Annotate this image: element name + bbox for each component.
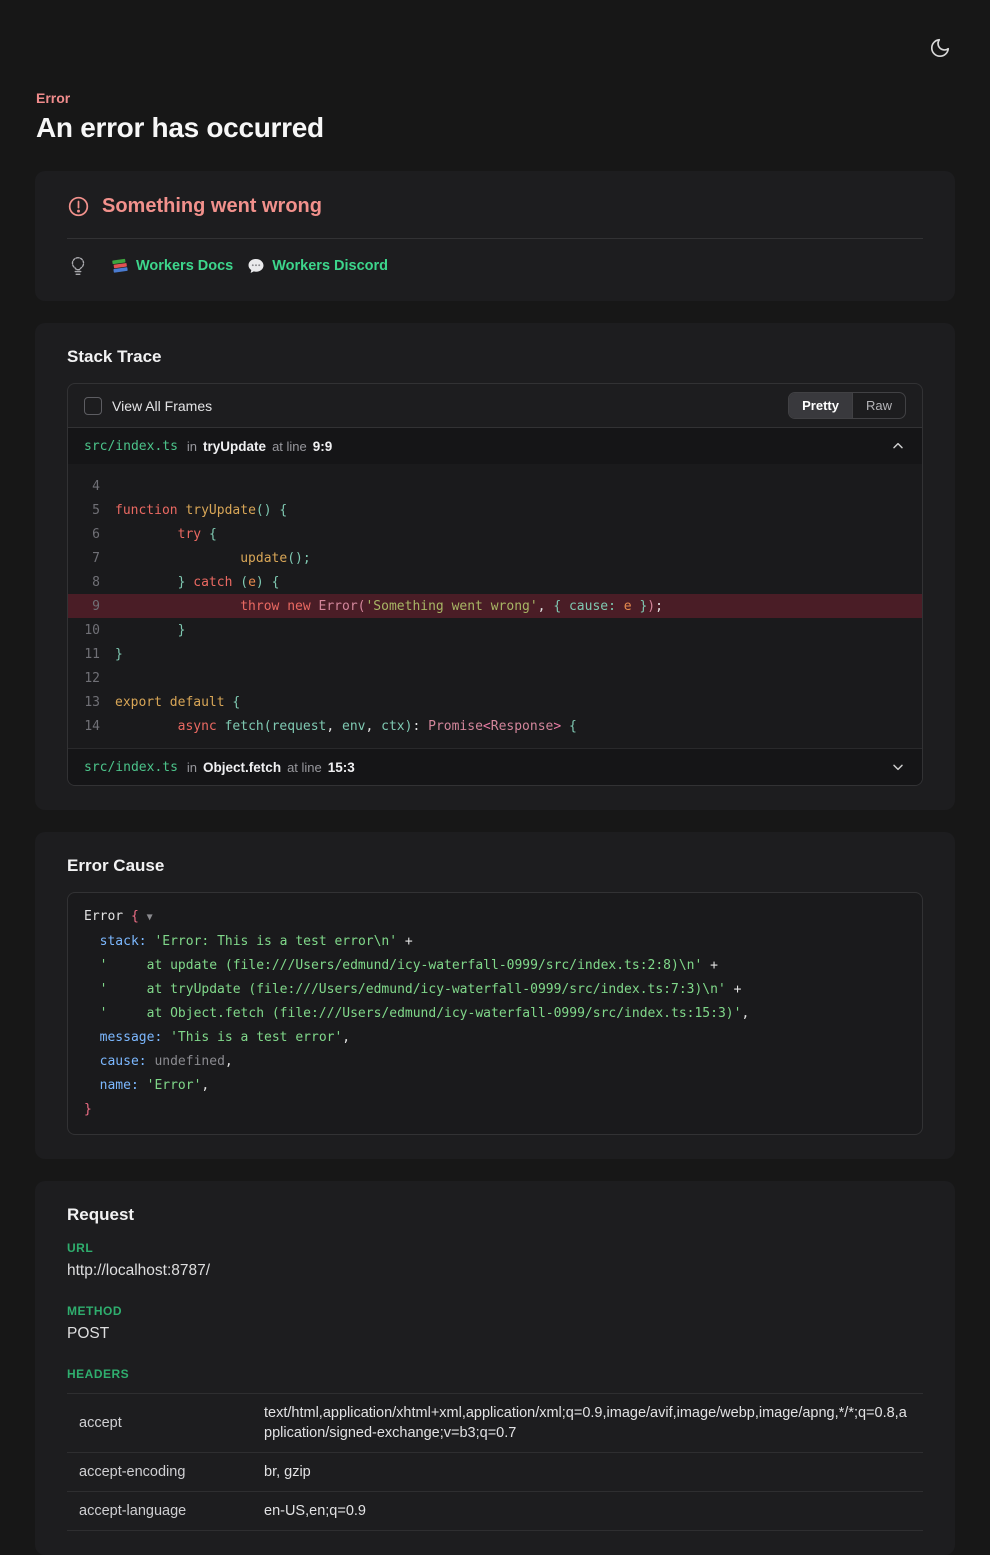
workers-docs-link[interactable]: Workers Docs <box>111 257 233 275</box>
stack-frame-header-objectfetch[interactable]: src/index.ts in Object.fetch at line 15:… <box>68 748 922 785</box>
error-eyebrow: Error <box>36 90 954 106</box>
headers-table: accepttext/html,application/xhtml+xml,ap… <box>67 1393 923 1531</box>
error-cause-line: ' at tryUpdate (file:///Users/edmund/icy… <box>84 978 906 1002</box>
frame-function: Object.fetch <box>203 760 281 775</box>
code-viewer: 45function tryUpdate() {6 try {7 update(… <box>68 464 922 748</box>
page-title: An error has occurred <box>36 112 954 144</box>
workers-discord-label: Workers Discord <box>272 258 388 274</box>
frame-at-label: at line <box>287 760 322 775</box>
headers-label: HEADERS <box>67 1367 923 1381</box>
error-cause-line: ' at Object.fetch (file:///Users/edmund/… <box>84 1002 906 1026</box>
header-row: accepttext/html,application/xhtml+xml,ap… <box>67 1393 923 1452</box>
dark-mode-toggle[interactable] <box>926 34 954 62</box>
chevron-up-icon <box>890 438 906 454</box>
error-cause-line: stack: 'Error: This is a test error\n' + <box>84 930 906 954</box>
view-all-frames-label: View All Frames <box>112 398 212 414</box>
frame-line: 9:9 <box>313 439 333 454</box>
header-value: text/html,application/xhtml+xml,applicat… <box>264 1403 911 1443</box>
code-line: 10 } <box>68 618 922 642</box>
error-cause-line: cause: undefined, <box>84 1050 906 1074</box>
frame-line: 15:3 <box>328 760 355 775</box>
raw-tab[interactable]: Raw <box>852 393 905 418</box>
header-key: accept <box>79 1415 264 1431</box>
code-line: 5function tryUpdate() { <box>68 498 922 522</box>
error-cause-line: ' at update (file:///Users/edmund/icy-wa… <box>84 954 906 978</box>
stack-trace-title: Stack Trace <box>67 347 923 367</box>
lightbulb-icon <box>67 255 89 277</box>
code-line: 12 <box>68 666 922 690</box>
error-cause-line: message: 'This is a test error', <box>84 1026 906 1050</box>
alert-circle-icon <box>67 195 90 218</box>
moon-icon <box>929 37 951 59</box>
view-all-frames-checkbox[interactable] <box>84 397 102 415</box>
header-key: accept-encoding <box>79 1464 264 1480</box>
frames-box: View All Frames Pretty Raw src/index.ts … <box>67 383 923 786</box>
code-line: 7 update(); <box>68 546 922 570</box>
pretty-tab[interactable]: Pretty <box>789 393 852 418</box>
stack-frame-header-tryupdate[interactable]: src/index.ts in tryUpdate at line 9:9 <box>68 428 922 464</box>
url-label: URL <box>67 1241 923 1255</box>
code-line: 4 <box>68 474 922 498</box>
url-value: http://localhost:8787/ <box>67 1262 923 1280</box>
code-line: 8 } catch (e) { <box>68 570 922 594</box>
error-cause-line: Error { ▼ <box>84 905 906 930</box>
chevron-down-icon <box>890 759 906 775</box>
frame-file: src/index.ts <box>84 439 178 454</box>
code-line: 6 try { <box>68 522 922 546</box>
code-line: 9 throw new Error('Something went wrong'… <box>68 594 922 618</box>
header-value: br, gzip <box>264 1462 311 1482</box>
workers-docs-label: Workers Docs <box>136 258 233 274</box>
error-cause-viewer: Error { ▼ stack: 'Error: This is a test … <box>67 892 923 1135</box>
frame-file: src/index.ts <box>84 760 178 775</box>
workers-discord-link[interactable]: Workers Discord <box>247 257 388 275</box>
header-value: en-US,en;q=0.9 <box>264 1501 366 1521</box>
error-cause-line: } <box>84 1098 906 1122</box>
header-row: accept-languageen-US,en;q=0.9 <box>67 1491 923 1531</box>
stack-trace-panel: Stack Trace View All Frames Pretty Raw s… <box>35 323 955 810</box>
code-line: 11} <box>68 642 922 666</box>
code-line: 14 async fetch(request, env, ctx): Promi… <box>68 714 922 738</box>
pretty-raw-toggle: Pretty Raw <box>788 392 906 419</box>
alert-title: Something went wrong <box>102 195 322 218</box>
frame-in-label: in <box>187 439 197 454</box>
speech-bubble-icon <box>247 257 265 275</box>
alert-panel: Something went wrong Workers Docs Worker… <box>35 171 955 301</box>
frame-at-label: at line <box>272 439 307 454</box>
frame-function: tryUpdate <box>203 439 266 454</box>
error-cause-line: name: 'Error', <box>84 1074 906 1098</box>
header-key: accept-language <box>79 1503 264 1519</box>
frame-in-label: in <box>187 760 197 775</box>
error-cause-panel: Error Cause Error { ▼ stack: 'Error: Thi… <box>35 832 955 1159</box>
header-row: accept-encodingbr, gzip <box>67 1452 923 1491</box>
request-panel: Request URL http://localhost:8787/ METHO… <box>35 1181 955 1555</box>
error-cause-title: Error Cause <box>67 856 923 876</box>
request-title: Request <box>67 1205 923 1225</box>
page-header: Error An error has occurred <box>0 0 990 144</box>
method-value: POST <box>67 1325 923 1343</box>
books-icon <box>111 257 129 275</box>
code-line: 13export default { <box>68 690 922 714</box>
method-label: METHOD <box>67 1304 923 1318</box>
